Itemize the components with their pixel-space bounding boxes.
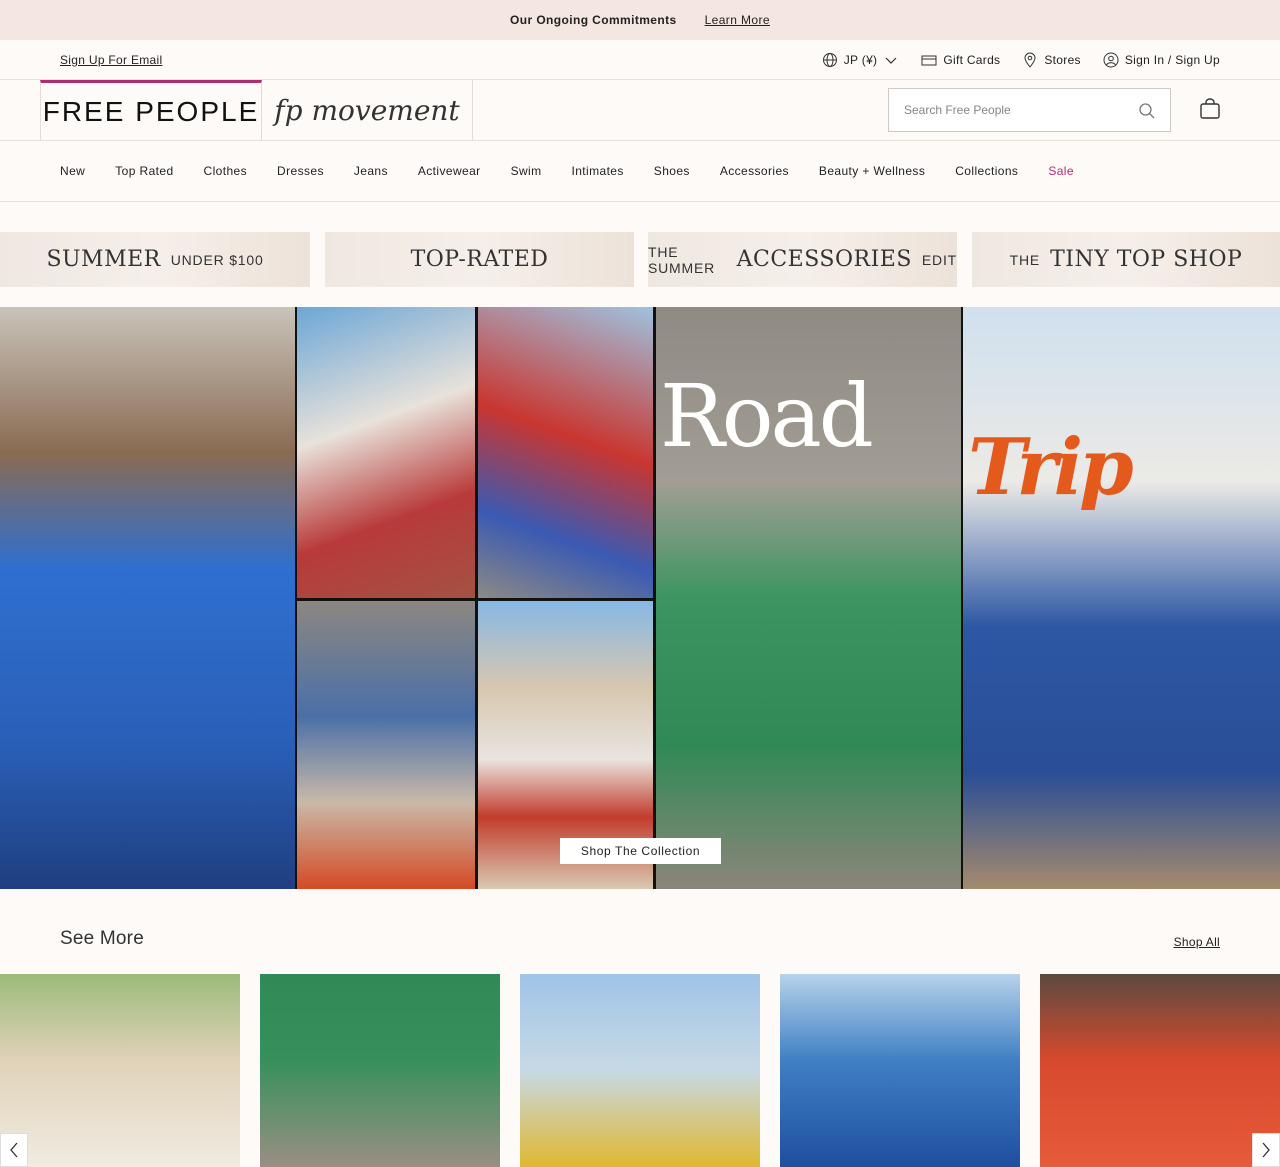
stores-link[interactable]: Stores <box>1022 52 1081 68</box>
nav-swim[interactable]: Swim <box>511 164 542 178</box>
user-icon <box>1103 52 1119 67</box>
shop-collection-button[interactable]: Shop The Collection <box>560 838 721 864</box>
banner-summer-small: UNDER $100 <box>170 251 264 268</box>
nav-activewear[interactable]: Activewear <box>418 164 481 178</box>
banner-accessories-post: EDIT <box>921 251 957 268</box>
locale-label: JP (¥) <box>843 52 878 67</box>
stores-label: Stores <box>1044 52 1081 67</box>
chevron-right-icon <box>1262 1142 1270 1158</box>
search-box[interactable] <box>888 88 1171 132</box>
gift-card-icon <box>921 55 937 65</box>
banner-tiny-pre: THE <box>1009 251 1041 268</box>
carousel-next-button[interactable] <box>1252 1133 1280 1167</box>
main-nav: New Top Rated Clothes Dresses Jeans Acti… <box>0 141 1280 202</box>
free-people-logo[interactable]: FREE PEOPLE <box>40 80 262 141</box>
product-card[interactable] <box>0 974 240 1167</box>
nav-sale[interactable]: Sale <box>1048 164 1074 178</box>
locale-selector[interactable]: JP (¥) <box>822 52 900 68</box>
search-input[interactable] <box>904 103 1124 117</box>
shop-all-link[interactable]: Shop All <box>1174 935 1220 949</box>
nav-beauty-wellness[interactable]: Beauty + Wellness <box>819 164 925 178</box>
shopping-bag-icon[interactable] <box>1199 98 1221 120</box>
product-card[interactable] <box>1040 974 1280 1167</box>
hero-trip-text: Trip <box>968 422 1134 513</box>
sign-in-label: Sign In / Sign Up <box>1124 52 1220 67</box>
hero-photo-blue-knit-dress <box>0 307 295 889</box>
banner-summer-big: SUMMER <box>46 247 161 272</box>
hero-photo-denim-trousers <box>963 307 1280 889</box>
product-card[interactable] <box>520 974 760 1167</box>
announcement-bar: Our Ongoing Commitments Learn More <box>0 0 1280 40</box>
email-signup-link[interactable]: Sign Up For Email <box>60 53 162 67</box>
banner-tiny-top-shop[interactable]: THE TINY TOP SHOP <box>972 232 1280 287</box>
nav-new[interactable]: New <box>60 164 85 178</box>
banner-accessories-pre: THE SUMMER <box>648 243 716 276</box>
chevron-down-icon <box>885 57 897 64</box>
nav-clothes[interactable]: Clothes <box>204 164 248 178</box>
banner-top-rated[interactable]: TOP-RATED <box>325 232 634 287</box>
nav-dresses[interactable]: Dresses <box>277 164 324 178</box>
utility-bar: Sign Up For Email JP (¥) Gift Cards Stor… <box>0 40 1280 80</box>
logo-bar: FREE PEOPLE fp movement <box>0 80 1280 141</box>
gift-cards-link[interactable]: Gift Cards <box>921 52 1000 68</box>
learn-more-link[interactable]: Learn More <box>705 13 770 27</box>
nav-jeans[interactable]: Jeans <box>354 164 388 178</box>
banner-accessories-big: ACCESSORIES <box>736 247 912 272</box>
globe-icon <box>822 52 837 67</box>
banner-accessories-edit[interactable]: THE SUMMER ACCESSORIES EDIT <box>648 232 957 287</box>
banner-top-rated-big: TOP-RATED <box>410 247 549 272</box>
hero-road-text: Road <box>660 367 874 467</box>
banner-summer-under-100[interactable]: SUMMER UNDER $100 <box>0 232 310 287</box>
gift-cards-label: Gift Cards <box>943 52 1001 67</box>
chevron-left-icon <box>10 1142 18 1158</box>
hero-collage[interactable]: Road Trip Shop The Collection <box>0 307 1280 889</box>
carousel-prev-button[interactable] <box>0 1133 28 1167</box>
nav-top-rated[interactable]: Top Rated <box>115 164 173 178</box>
nav-collections[interactable]: Collections <box>955 164 1018 178</box>
fp-movement-logo[interactable]: fp movement <box>262 80 473 141</box>
hero-photo-bag-shoes <box>297 601 475 889</box>
product-card[interactable] <box>780 974 1020 1167</box>
location-pin-icon <box>1024 52 1036 68</box>
nav-intimates[interactable]: Intimates <box>572 164 624 178</box>
sign-in-link[interactable]: Sign In / Sign Up <box>1103 52 1220 68</box>
ongoing-commitments-text: Our Ongoing Commitments <box>510 13 677 27</box>
product-card[interactable] <box>260 974 500 1167</box>
hero-photo-car-window <box>478 307 653 598</box>
banner-tiny-big: TINY TOP SHOP <box>1050 247 1243 272</box>
nav-shoes[interactable]: Shoes <box>654 164 690 178</box>
hero-photo-striped-shirt <box>297 307 475 598</box>
nav-accessories[interactable]: Accessories <box>720 164 789 178</box>
see-more-title: See More <box>60 928 144 949</box>
utility-links: JP (¥) Gift Cards Stores Sign In / Sign … <box>822 52 1220 68</box>
search-icon[interactable] <box>1138 102 1156 120</box>
